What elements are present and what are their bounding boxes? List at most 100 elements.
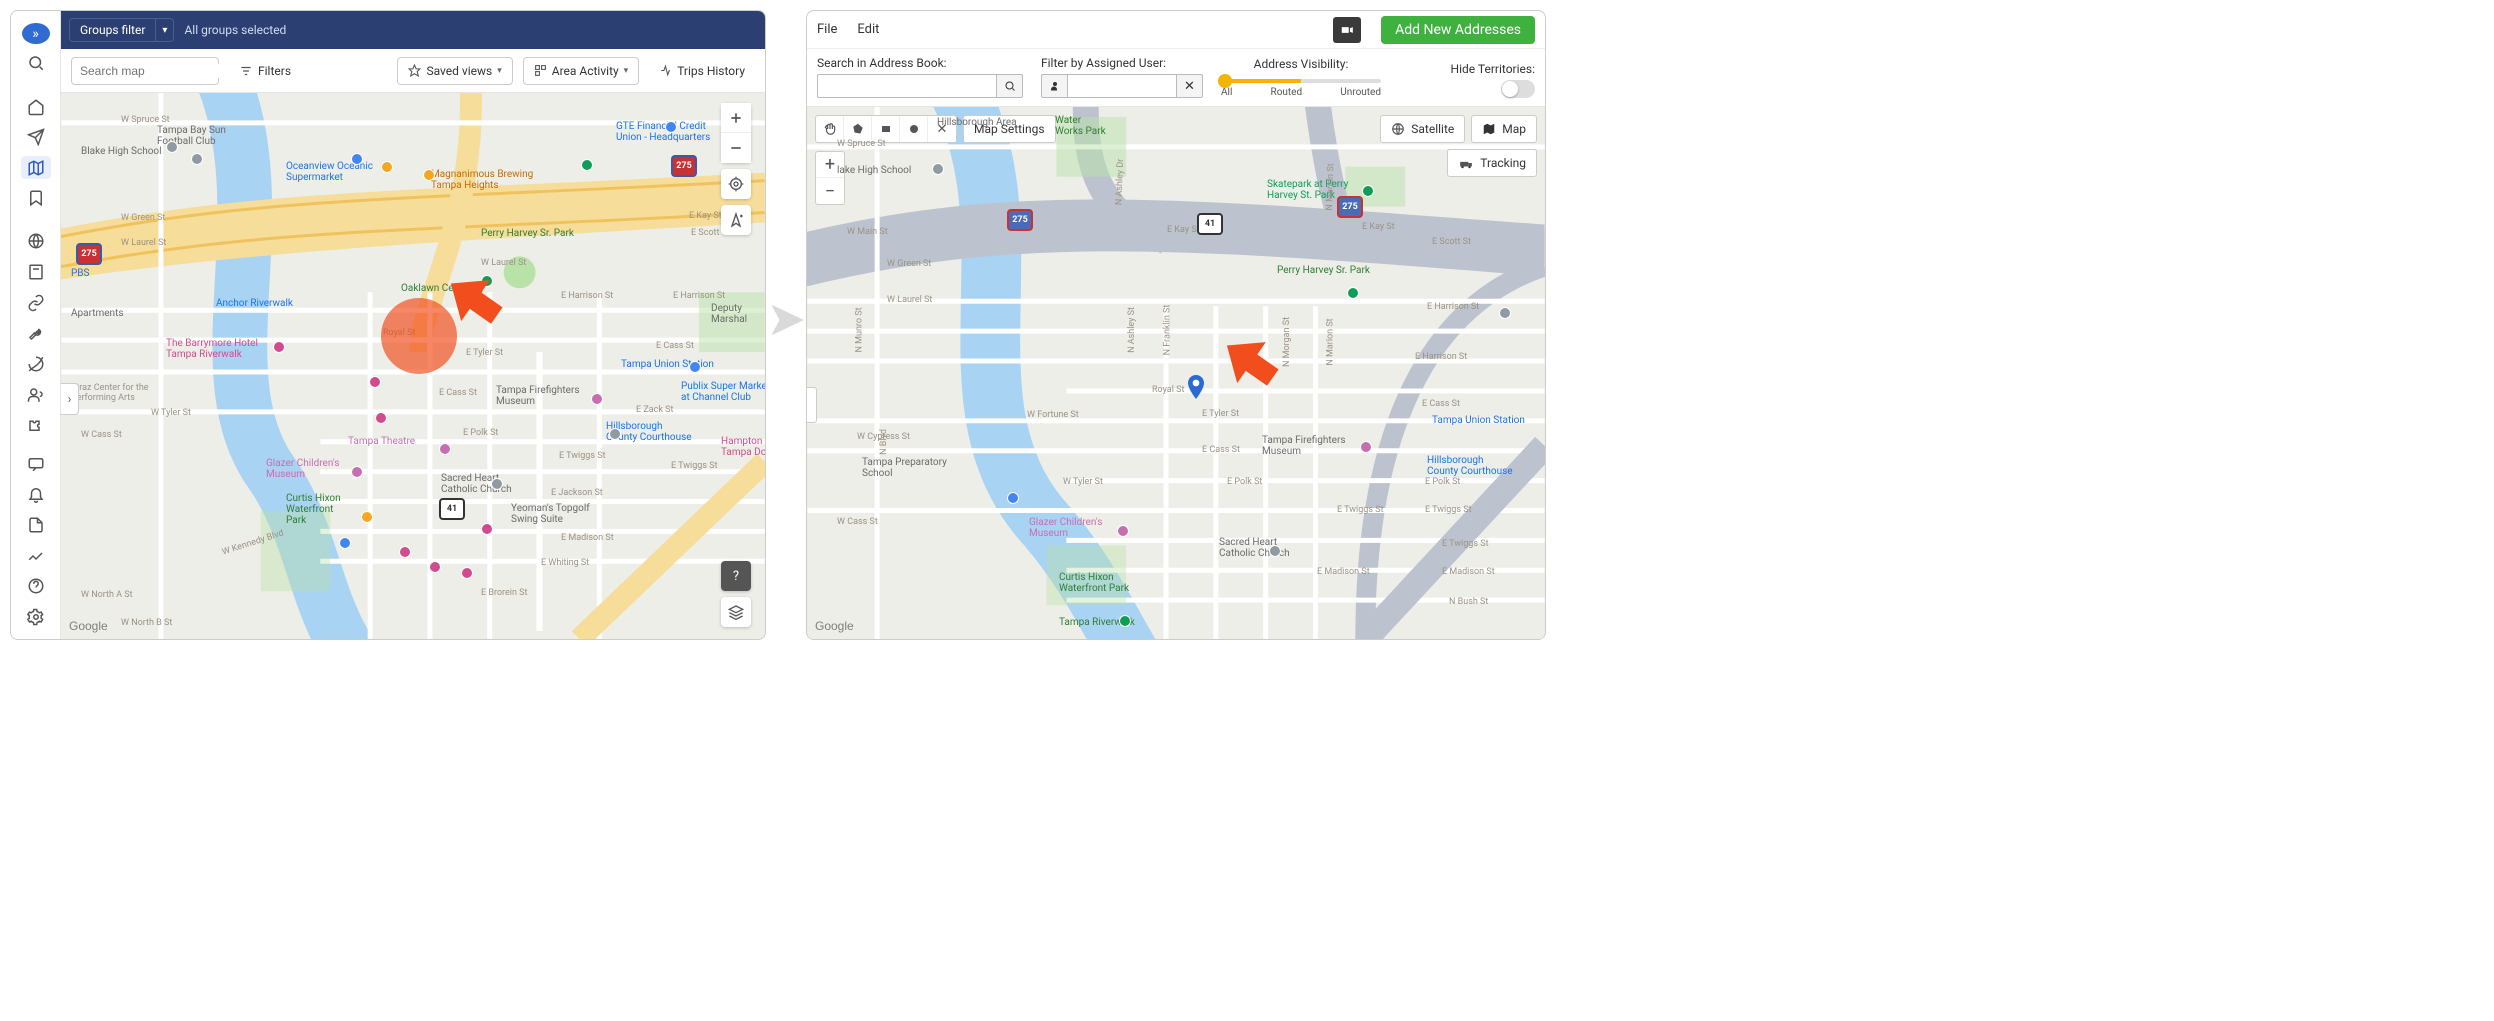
chevron-down-icon: ▾	[155, 19, 173, 41]
visibility-slider[interactable]	[1221, 79, 1381, 83]
map-controls-bottomright: ?	[721, 561, 751, 627]
google-logo: Google	[69, 619, 108, 633]
map-help-button[interactable]: ?	[721, 561, 751, 591]
zoom-out-button[interactable]: −	[816, 178, 844, 204]
home-icon[interactable]	[21, 95, 51, 118]
sidebar-avatar[interactable]: »	[22, 23, 50, 44]
zoom-out-button[interactable]	[721, 133, 751, 163]
wrench-icon[interactable]	[21, 322, 51, 345]
poi-icon	[1117, 525, 1129, 537]
polygon-tool[interactable]	[844, 116, 872, 142]
poi-icon	[491, 478, 503, 490]
saved-views-button[interactable]: Saved views ▾	[397, 57, 512, 85]
hide-territories-label: Hide Territories:	[1451, 62, 1535, 76]
leaf-icon[interactable]	[21, 353, 51, 376]
groups-filter-dropdown[interactable]: Groups filter ▾	[69, 18, 174, 42]
right-menubar: File Edit Add New Addresses	[807, 11, 1545, 49]
poi-icon	[375, 412, 387, 424]
hwy-shield: 275	[76, 243, 102, 265]
clear-user-button[interactable]: ✕	[1177, 74, 1203, 98]
circle-tool[interactable]	[900, 116, 928, 142]
map-icon[interactable]	[21, 156, 51, 179]
satellite-label: Satellite	[1411, 122, 1454, 136]
search-map-input[interactable]	[80, 64, 235, 78]
hide-territories-toggle[interactable]	[1501, 80, 1535, 98]
zoom-in-button[interactable]	[721, 103, 751, 133]
visibility-unrouted: Unrouted	[1340, 87, 1381, 98]
google-logo: Google	[815, 619, 854, 633]
rectangle-tool[interactable]	[872, 116, 900, 142]
poi-icon	[1269, 545, 1281, 557]
poi-icon	[429, 561, 441, 573]
search-button[interactable]	[997, 74, 1023, 98]
left-sidebar: »	[11, 11, 61, 639]
layers-button[interactable]	[721, 597, 751, 627]
left-map[interactable]: W Spruce St Tampa Bay SunFootball Club B…	[61, 93, 765, 639]
book-icon[interactable]	[21, 261, 51, 284]
search-map-box[interactable]	[71, 57, 219, 85]
poi-icon	[273, 341, 285, 353]
search-address-input[interactable]	[817, 74, 997, 98]
add-marker-button[interactable]	[721, 205, 751, 235]
poi-icon	[689, 361, 701, 373]
filter-user-input[interactable]	[1067, 74, 1177, 98]
bell-icon[interactable]	[21, 483, 51, 506]
add-new-label: Add New Addresses	[1395, 22, 1521, 38]
chat-icon[interactable]	[21, 452, 51, 475]
globe-icon[interactable]	[21, 230, 51, 253]
poi-icon	[581, 159, 593, 171]
file-icon[interactable]	[21, 514, 51, 537]
filter-user-label: Filter by Assigned User:	[1041, 56, 1203, 70]
poi-icon	[399, 546, 411, 558]
satellite-button[interactable]: Satellite	[1380, 115, 1465, 143]
gear-icon[interactable]	[21, 605, 51, 628]
search-address-col: Search in Address Book:	[817, 56, 1023, 98]
poi-icon	[665, 121, 677, 133]
map-type-button[interactable]: Map	[1471, 115, 1537, 143]
header-dark: Groups filter ▾ All groups selected	[61, 11, 765, 49]
video-button[interactable]	[1333, 17, 1361, 43]
poi-icon	[439, 443, 451, 455]
trips-history-button[interactable]: Trips History	[649, 57, 755, 85]
pan-tool[interactable]	[816, 116, 844, 142]
zoom-in-button[interactable]: +	[816, 152, 844, 178]
area-activity-button[interactable]: Area Activity ▾	[523, 57, 639, 85]
tracking-button[interactable]: Tracking	[1447, 149, 1537, 177]
map-pin[interactable]	[1188, 375, 1204, 399]
menu-edit[interactable]: Edit	[857, 22, 879, 37]
filters-label: Filters	[258, 64, 291, 78]
draw-toolbar: ✕ Map Settings	[815, 115, 1056, 143]
right-map[interactable]: ✕ Map Settings + − Satellite Map Trackin…	[807, 107, 1545, 639]
locate-button[interactable]	[721, 169, 751, 199]
visibility-all: All	[1221, 87, 1232, 98]
close-tool[interactable]: ✕	[928, 116, 956, 142]
hwy-shield: 275	[1007, 209, 1033, 231]
filters-button[interactable]: Filters	[229, 57, 301, 85]
poi-icon	[1360, 441, 1372, 453]
poi-icon	[1362, 185, 1374, 197]
expand-panel-handle[interactable]: ›	[61, 383, 79, 415]
help-icon[interactable]	[21, 575, 51, 598]
poi-icon	[932, 163, 944, 175]
map-settings-button[interactable]: Map Settings	[963, 115, 1056, 143]
menu-file[interactable]: File	[817, 22, 837, 37]
expand-panel-handle[interactable]	[807, 387, 817, 423]
add-new-addresses-button[interactable]: Add New Addresses	[1381, 16, 1535, 44]
puzzle-icon[interactable]	[21, 414, 51, 437]
poi-icon	[361, 511, 373, 523]
link-icon[interactable]	[21, 291, 51, 314]
chart-icon[interactable]	[21, 544, 51, 567]
poi-icon	[339, 537, 351, 549]
transition-arrow-icon: ➤	[766, 290, 806, 347]
map-toolbar: Filters Saved views ▾ Area Activity ▾ Tr…	[61, 49, 765, 93]
poi-icon	[423, 169, 435, 181]
users-icon[interactable]	[21, 383, 51, 406]
bookmark-icon[interactable]	[21, 187, 51, 210]
poi-icon	[191, 153, 203, 165]
send-icon[interactable]	[21, 126, 51, 149]
poi-icon	[1007, 492, 1019, 504]
search-icon[interactable]	[21, 52, 51, 75]
right-app-panel: File Edit Add New Addresses Search in Ad…	[806, 10, 1546, 640]
user-icon-button[interactable]	[1041, 74, 1067, 98]
tracking-wrap: Tracking	[1447, 149, 1537, 177]
